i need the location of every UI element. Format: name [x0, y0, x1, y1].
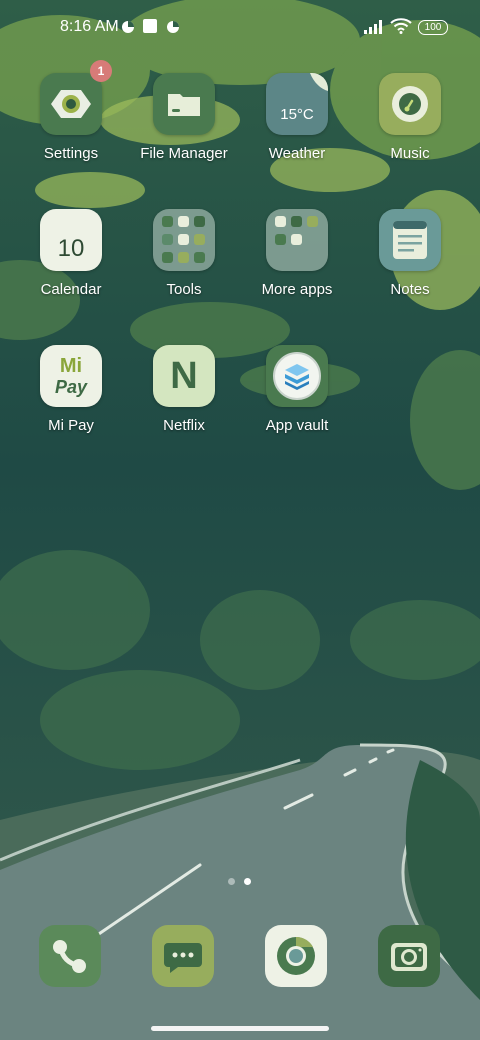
- signal-icon: [364, 20, 382, 34]
- folder-tools[interactable]: Tools: [128, 209, 240, 298]
- notes-icon: [379, 209, 441, 271]
- app-label: Calendar: [40, 281, 102, 298]
- weather-temperature: 15°C: [280, 106, 314, 123]
- app-notes[interactable]: Notes: [354, 209, 466, 298]
- app-label: Mi Pay: [48, 417, 94, 434]
- camera-icon: [391, 943, 427, 971]
- app-label: Netflix: [163, 417, 205, 434]
- app-label: Notes: [390, 281, 430, 298]
- square-notification-icon: [143, 19, 157, 33]
- dock-phone[interactable]: [39, 925, 101, 987]
- mi-pay-logo-top: Mi: [59, 355, 83, 377]
- dock-browser[interactable]: [265, 925, 327, 987]
- app-vault[interactable]: App vault: [241, 345, 353, 434]
- mi-pay-icon: Mi Pay: [40, 345, 102, 407]
- battery-icon: 100: [418, 20, 448, 35]
- app-label: Tools: [166, 281, 202, 298]
- home-gesture-bar[interactable]: [151, 1026, 329, 1031]
- app-label: File Manager: [140, 145, 228, 162]
- app-weather[interactable]: 15°C Weather: [241, 73, 353, 162]
- app-label: More apps: [261, 281, 333, 298]
- chrome-icon: [277, 936, 315, 975]
- calendar-day: 10: [57, 235, 85, 262]
- page-indicator[interactable]: [226, 878, 256, 886]
- netflix-icon: N: [153, 345, 215, 407]
- app-music[interactable]: Music: [354, 73, 466, 162]
- data-saver-icon: [167, 21, 179, 33]
- data-saver-icon: [122, 21, 134, 33]
- app-settings[interactable]: Settings: [15, 73, 127, 162]
- app-file-manager[interactable]: File Manager: [128, 73, 240, 162]
- app-vault-icon: [266, 345, 328, 407]
- folder-more-apps-icon: [266, 209, 328, 271]
- music-disc-icon: [379, 73, 441, 135]
- dock-messages[interactable]: [152, 925, 214, 987]
- phone-icon: [53, 940, 86, 973]
- app-label: Weather: [268, 145, 326, 162]
- notification-badge: 1: [90, 60, 112, 82]
- app-netflix[interactable]: N Netflix: [128, 345, 240, 434]
- folder-icon: [153, 73, 215, 135]
- page-dot-2-active[interactable]: [244, 878, 251, 885]
- calendar-icon: 10: [40, 209, 102, 271]
- folder-tools-icon: [153, 209, 215, 271]
- page-dot-1[interactable]: [228, 878, 235, 885]
- app-label: Settings: [43, 145, 99, 162]
- netflix-logo: N: [170, 355, 198, 397]
- wifi-icon: [390, 18, 412, 34]
- app-mi-pay[interactable]: Mi Pay Mi Pay: [15, 345, 127, 434]
- app-label: App vault: [265, 417, 329, 434]
- status-time: 8:16 AM: [60, 18, 119, 35]
- messages-icon: [164, 943, 202, 973]
- dock-camera[interactable]: [378, 925, 440, 987]
- folder-more-apps[interactable]: More apps: [241, 209, 353, 298]
- battery-level: 100: [424, 22, 442, 33]
- weather-icon: 15°C: [266, 73, 328, 135]
- app-label: Music: [390, 145, 430, 162]
- status-bar: 8:16 AM 100: [0, 0, 480, 56]
- mi-pay-logo-bottom: Pay: [54, 377, 88, 397]
- settings-gear-icon: [40, 73, 102, 135]
- app-calendar[interactable]: 10 Calendar: [15, 209, 127, 298]
